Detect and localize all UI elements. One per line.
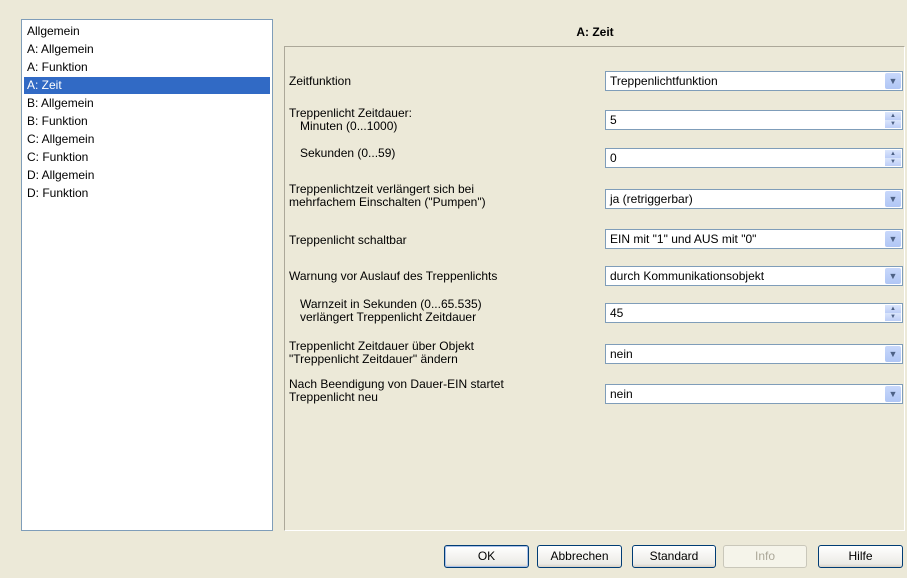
dauerein-label-line2: Treppenlicht neu	[289, 390, 378, 404]
nav-item-b-allgemein[interactable]: B: Allgemein	[24, 95, 270, 112]
chevron-down-icon[interactable]: ▼	[885, 386, 901, 402]
nav-item-d-funktion[interactable]: D: Funktion	[24, 185, 270, 202]
warnung-value: durch Kommunikationsobjekt	[610, 269, 765, 283]
schaltbar-select[interactable]: EIN mit "1" und AUS mit "0" ▼	[605, 229, 903, 249]
chevron-down-icon[interactable]: ▼	[885, 231, 901, 247]
warnzeit-label-line2: verlängert Treppenlicht Zeitdauer	[300, 310, 477, 324]
spinner-arrows-icon[interactable]: ▲ ▼	[885, 112, 901, 128]
nav-item-b-funktion[interactable]: B: Funktion	[24, 113, 270, 130]
warnung-select[interactable]: durch Kommunikationsobjekt ▼	[605, 266, 903, 286]
nav-item-c-allgemein[interactable]: C: Allgemein	[24, 131, 270, 148]
hilfe-button[interactable]: Hilfe	[818, 545, 903, 568]
objekt-label-line2: "Treppenlicht Zeitdauer" ändern	[289, 352, 458, 366]
nav-item-c-funktion[interactable]: C: Funktion	[24, 149, 270, 166]
warnung-label: Warnung vor Auslauf des Treppenlichts	[289, 269, 498, 283]
chevron-down-icon[interactable]: ▼	[885, 346, 901, 362]
warnzeit-value: 45	[610, 306, 624, 320]
zeitfunktion-label: Zeitfunktion	[289, 74, 352, 88]
nav-item-a-allgemein[interactable]: A: Allgemein	[24, 41, 270, 58]
pumpen-select[interactable]: ja (retriggerbar) ▼	[605, 189, 903, 209]
minuten-spinner[interactable]: 5 ▲ ▼	[605, 110, 903, 130]
sekunden-label: Sekunden (0...59)	[300, 146, 396, 160]
pumpen-label-line2: mehrfachem Einschalten ("Pumpen")	[289, 195, 486, 209]
spinner-arrows-icon[interactable]: ▲ ▼	[885, 305, 901, 321]
dauerein-value: nein	[610, 387, 633, 401]
nav-item-d-allgemein[interactable]: D: Allgemein	[24, 167, 270, 184]
minuten-label: Minuten (0...1000)	[300, 119, 398, 133]
schaltbar-label: Treppenlicht schaltbar	[289, 233, 407, 247]
schaltbar-value: EIN mit "1" und AUS mit "0"	[610, 232, 757, 246]
sekunden-spinner[interactable]: 0 ▲ ▼	[605, 148, 903, 168]
pumpen-value: ja (retriggerbar)	[610, 192, 693, 206]
warnzeit-spinner[interactable]: 45 ▲ ▼	[605, 303, 903, 323]
nav-item-a-funktion[interactable]: A: Funktion	[24, 59, 270, 76]
nav-item-allgemein[interactable]: Allgemein	[24, 23, 270, 40]
ok-button[interactable]: OK	[444, 545, 529, 568]
spinner-arrows-icon[interactable]: ▲ ▼	[885, 150, 901, 166]
objekt-value: nein	[610, 347, 633, 361]
nav-item-a-zeit[interactable]: A: Zeit	[24, 77, 270, 94]
dauerein-select[interactable]: nein ▼	[605, 384, 903, 404]
zeitfunktion-value: Treppenlichtfunktion	[610, 74, 718, 88]
standard-button[interactable]: Standard	[632, 545, 716, 568]
parameter-nav-list[interactable]: Allgemein A: Allgemein A: Funktion A: Ze…	[21, 19, 273, 531]
info-button[interactable]: Info	[723, 545, 807, 568]
sekunden-value: 0	[610, 151, 617, 165]
zeitfunktion-select[interactable]: Treppenlichtfunktion ▼	[605, 71, 903, 91]
chevron-down-icon[interactable]: ▼	[885, 191, 901, 207]
abbrechen-button[interactable]: Abbrechen	[537, 545, 622, 568]
page-title: A: Zeit	[576, 25, 614, 39]
chevron-down-icon[interactable]: ▼	[885, 268, 901, 284]
objekt-select[interactable]: nein ▼	[605, 344, 903, 364]
chevron-down-icon[interactable]: ▼	[885, 73, 901, 89]
minuten-value: 5	[610, 113, 617, 127]
